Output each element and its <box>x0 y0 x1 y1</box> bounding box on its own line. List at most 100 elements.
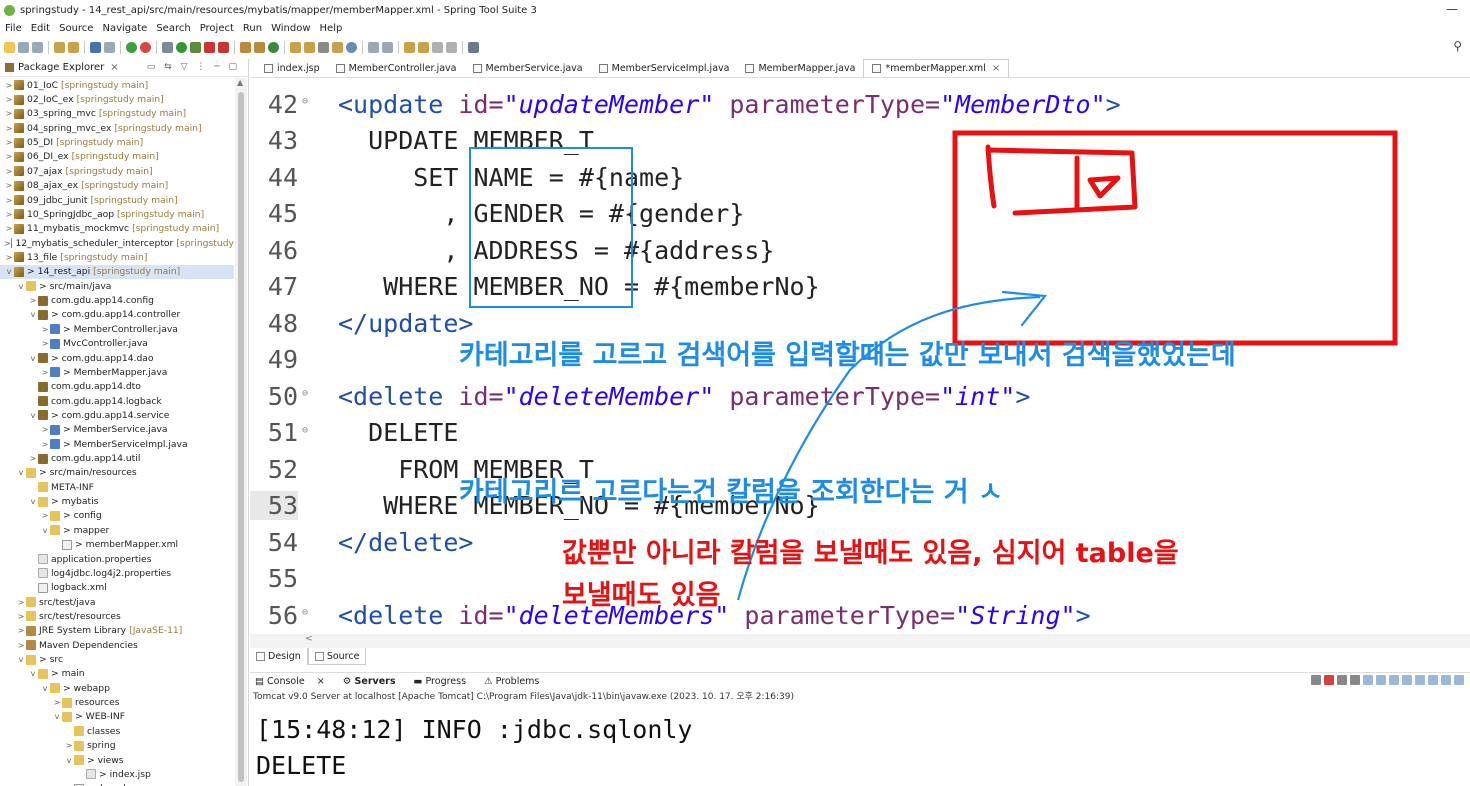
chevron-down-icon[interactable]: v <box>28 669 38 678</box>
minimize-view-icon[interactable] <box>1454 675 1464 685</box>
chevron-down-icon[interactable]: v <box>16 468 26 477</box>
chevron-right-icon[interactable]: > <box>4 210 14 219</box>
explorer-scrollbar[interactable]: ▲ <box>235 78 247 786</box>
tree-item[interactable]: >04_spring_mvc_ex [springstudy main] <box>0 121 234 135</box>
tree-item[interactable]: v > WEB-INF <box>0 710 234 724</box>
tree-item[interactable]: > spring <box>0 739 234 753</box>
tab-problems[interactable]: ⚠ Problems <box>484 676 548 687</box>
scroll-up-icon[interactable]: ▲ <box>237 78 243 87</box>
editor-tab[interactable]: MemberMapper.java <box>737 59 863 77</box>
new-class-icon[interactable] <box>268 41 279 53</box>
fold-icon[interactable]: ⊖ <box>298 607 312 618</box>
console-output[interactable]: [15:48:12] INFO :jdbc.sqlonly DELETE <box>256 712 693 784</box>
tree-item[interactable]: >11_mybatis_mockmvc [springstudy main] <box>0 222 234 236</box>
tree-item[interactable]: >10_SpringJdbc_aop [springstudy main] <box>0 207 234 221</box>
tab-servers[interactable]: ⚙ Servers <box>343 676 405 687</box>
tree-item[interactable]: log4jdbc.log4j2.properties <box>0 566 234 580</box>
chevron-right-icon[interactable]: > <box>40 425 50 434</box>
menu-help[interactable]: Help <box>320 23 343 34</box>
code-line[interactable]: 50 ⊖ <delete id="deleteMember" parameterTy… <box>250 378 1470 415</box>
nav-forward-icon[interactable] <box>446 41 457 53</box>
code-line[interactable]: 44 SET NAME = #{name} <box>250 159 1470 196</box>
chevron-right-icon[interactable]: > <box>4 239 11 248</box>
tree-item[interactable]: com.gdu.app14.dto <box>0 380 234 394</box>
menu-edit[interactable]: Edit <box>31 23 50 34</box>
close-icon[interactable]: × <box>110 62 118 73</box>
tree-item[interactable]: > com.gdu.app14.util <box>0 451 234 465</box>
run-config-icon[interactable] <box>190 41 201 53</box>
tree-item[interactable]: v > views <box>0 753 234 767</box>
forward-icon[interactable] <box>418 41 429 53</box>
terminal-icon[interactable] <box>90 41 101 53</box>
show-stdout-icon[interactable] <box>1389 675 1399 685</box>
tree-item[interactable]: >09_jdbc_junit [springstudy main] <box>0 193 234 207</box>
tree-item[interactable]: > index.jsp <box>0 767 234 781</box>
scroll-left-icon[interactable]: < <box>305 634 313 644</box>
menu-project[interactable]: Project <box>200 23 234 34</box>
tree-item[interactable]: >08_ajax_ex [springstudy main] <box>0 179 234 193</box>
tab-console[interactable]: ▤ Console × <box>255 676 334 687</box>
pin-editor-icon[interactable] <box>468 41 479 53</box>
spring-boot-icon[interactable] <box>126 41 137 53</box>
chevron-right-icon[interactable]: > <box>16 626 26 635</box>
chevron-down-icon[interactable]: v <box>40 526 50 535</box>
chevron-right-icon[interactable]: > <box>4 109 14 118</box>
tree-item[interactable]: >12_mybatis_scheduler_interceptor [spring… <box>0 236 234 250</box>
chevron-down-icon[interactable]: v <box>16 282 26 291</box>
display-console-icon[interactable] <box>1428 675 1438 685</box>
word-wrap-icon[interactable] <box>1376 675 1386 685</box>
nav-back-icon[interactable] <box>432 41 443 53</box>
chevron-right-icon[interactable]: > <box>4 196 14 205</box>
tree-item[interactable]: > memberMapper.xml <box>0 538 234 552</box>
chevron-down-icon[interactable]: v <box>4 267 14 276</box>
tree-item[interactable]: >07_ajax [springstudy main] <box>0 164 234 178</box>
annotation-icon[interactable] <box>368 41 379 53</box>
new-package-icon[interactable] <box>254 41 265 53</box>
tree-item[interactable]: > src/test/resources <box>0 609 234 623</box>
open-folder-icon[interactable] <box>290 41 301 53</box>
new-icon[interactable] <box>4 41 15 53</box>
chevron-right-icon[interactable]: > <box>52 698 62 707</box>
pin-console-icon[interactable] <box>1415 675 1425 685</box>
chevron-right-icon[interactable]: > <box>28 296 38 305</box>
code-line[interactable]: 42 ⊖ <update id="updateMember" parameterTy… <box>250 86 1470 123</box>
tree-item[interactable]: > src/test/java <box>0 595 234 609</box>
chevron-right-icon[interactable]: > <box>4 124 14 133</box>
code-line[interactable]: 51 ⊖ DELETE <box>250 415 1470 452</box>
globe-icon[interactable] <box>346 41 357 53</box>
open-resource-icon[interactable] <box>68 41 79 53</box>
chevron-down-icon[interactable]: v <box>28 310 38 319</box>
tree-item[interactable]: >05_DI [springstudy main] <box>0 135 234 149</box>
run-icon[interactable] <box>176 41 187 53</box>
open-type-icon[interactable] <box>54 41 65 53</box>
chevron-right-icon[interactable]: > <box>40 325 50 334</box>
tree-item[interactable]: > > MemberMapper.java <box>0 365 234 379</box>
tree-item[interactable]: > com.gdu.app14.config <box>0 293 234 307</box>
skip-breakpoints-icon[interactable] <box>104 41 115 53</box>
chevron-right-icon[interactable]: > <box>4 181 14 190</box>
tree-item[interactable]: >06_DI_ex [springstudy main] <box>0 150 234 164</box>
menu-window[interactable]: Window <box>271 23 310 34</box>
show-stderr-icon[interactable] <box>1402 675 1412 685</box>
remove-launch-icon[interactable] <box>1337 675 1347 685</box>
chevron-down-icon[interactable]: v <box>16 655 26 664</box>
close-icon[interactable]: × <box>317 676 325 687</box>
tree-item[interactable]: v > main <box>0 667 234 681</box>
save-icon[interactable] <box>18 41 29 53</box>
pen-icon[interactable] <box>318 41 329 53</box>
tree-item[interactable]: logback.xml <box>0 581 234 595</box>
tree-item[interactable]: v > webapp <box>0 681 234 695</box>
chevron-down-icon[interactable]: v <box>28 411 38 420</box>
back-icon[interactable] <box>404 41 415 53</box>
stop-icon[interactable] <box>140 41 151 53</box>
link-icon[interactable] <box>1311 675 1321 685</box>
tree-item[interactable]: >01_IoC [springstudy main] <box>0 78 234 92</box>
scroll-lock-icon[interactable] <box>1363 675 1373 685</box>
chevron-down-icon[interactable]: v <box>28 497 38 506</box>
terminate-icon[interactable] <box>1324 675 1334 685</box>
chevron-right-icon[interactable]: > <box>4 81 14 90</box>
chevron-right-icon[interactable]: > <box>40 440 50 449</box>
external-tools-icon[interactable] <box>218 41 229 53</box>
chevron-right-icon[interactable]: > <box>16 612 26 621</box>
menu-source[interactable]: Source <box>59 23 93 34</box>
